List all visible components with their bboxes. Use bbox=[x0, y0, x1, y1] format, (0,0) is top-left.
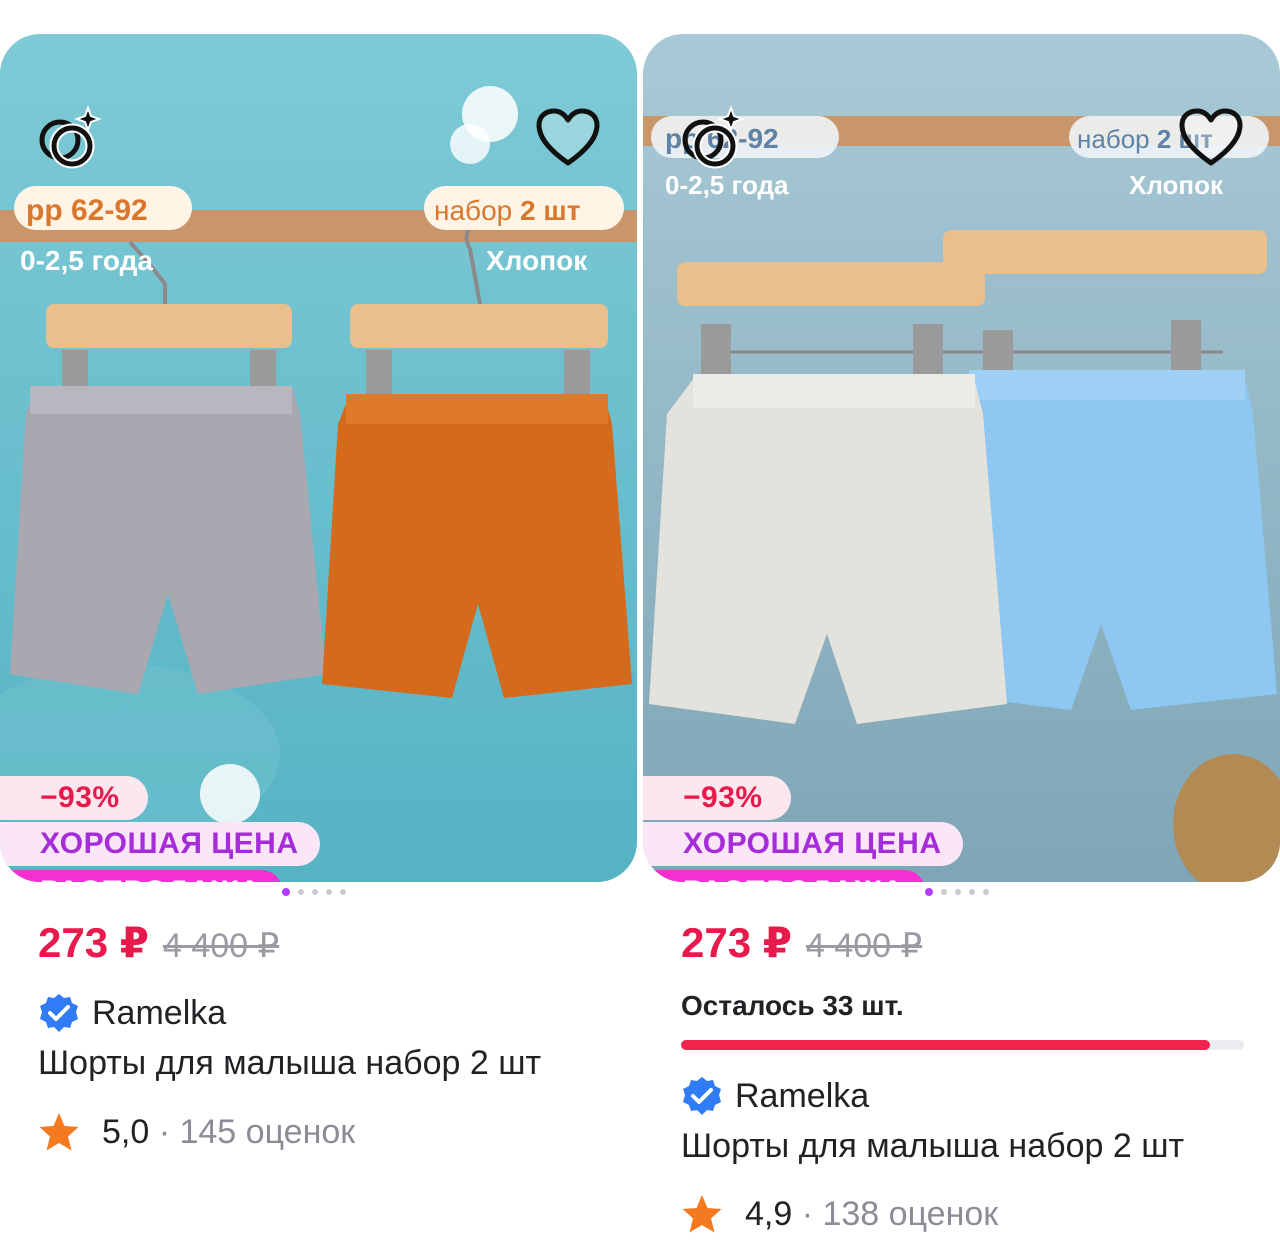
brand-name[interactable]: Ramelka bbox=[92, 994, 226, 1033]
discount-badge: −93% bbox=[0, 776, 148, 820]
stock-remaining: Осталось 33 шт. bbox=[681, 990, 904, 1021]
price: 273 ₽ bbox=[38, 919, 149, 966]
carousel-dot bbox=[925, 888, 933, 896]
svg-text:набор 2 шт: набор 2 шт bbox=[434, 195, 580, 226]
image-label-material: Хлопок bbox=[1129, 170, 1224, 200]
carousel-dot bbox=[282, 888, 290, 896]
carousel-dot bbox=[312, 889, 318, 895]
product-card-1[interactable]: рр 62-92 набор 2 шт 0-2,5 года Хлопок −9… bbox=[0, 0, 640, 1244]
brand-name[interactable]: Ramelka bbox=[735, 1077, 869, 1116]
carousel-dot bbox=[969, 889, 975, 895]
sale-badge: РАСПРОДАЖА bbox=[0, 870, 283, 882]
carousel-dot bbox=[326, 889, 332, 895]
product-title[interactable]: Шорты для малыша набор 2 шт bbox=[38, 1044, 541, 1083]
heart-outline-icon[interactable] bbox=[533, 102, 603, 172]
product-photo[interactable]: рр 62-92 набор 2 шт 0-2,5 года Хлопок −9… bbox=[0, 34, 637, 882]
carousel-dot bbox=[983, 889, 989, 895]
star-icon bbox=[682, 1195, 722, 1233]
product-photo[interactable]: рр 62-92 набор 2 шт 0-2,5 года Хлопок −9… bbox=[643, 34, 1280, 882]
rating-row: 5,0 · 145 оценок bbox=[38, 1112, 355, 1152]
rating-value: 5,0 bbox=[102, 1112, 150, 1151]
carousel-dot bbox=[955, 889, 961, 895]
verified-check-icon bbox=[683, 1077, 721, 1115]
stock-progress-bar bbox=[681, 1040, 1244, 1050]
carousel-dot bbox=[298, 889, 304, 895]
carousel-dot bbox=[340, 889, 346, 895]
carousel-dots bbox=[282, 888, 346, 896]
brand-row[interactable]: Ramelka bbox=[38, 992, 226, 1034]
sale-badge: РАСПРОДАЖА bbox=[643, 870, 926, 882]
reviews-count: · 145 оценок bbox=[158, 1112, 356, 1151]
brand-row[interactable]: Ramelka bbox=[681, 1075, 869, 1117]
old-price: 4 400 ₽ bbox=[162, 927, 280, 965]
image-label-age: 0-2,5 года bbox=[665, 170, 789, 200]
stock-progress-fill bbox=[681, 1040, 1211, 1050]
good-price-badge: ХОРОШАЯ ЦЕНА bbox=[0, 822, 321, 866]
good-price-badge: ХОРОШАЯ ЦЕНА bbox=[643, 822, 964, 866]
rings-sparkle-icon[interactable] bbox=[677, 102, 747, 172]
discount-badge: −93% bbox=[643, 776, 791, 820]
old-price: 4 400 ₽ bbox=[805, 927, 923, 965]
carousel-dots bbox=[925, 888, 989, 896]
star-icon bbox=[39, 1113, 79, 1151]
image-label-age: 0-2,5 года bbox=[20, 245, 153, 276]
image-label-size: рр 62-92 bbox=[26, 194, 148, 227]
rings-sparkle-icon[interactable] bbox=[34, 102, 104, 172]
rating-value: 4,9 bbox=[745, 1194, 793, 1233]
image-label-material: Хлопок bbox=[486, 245, 588, 276]
reviews-count: · 138 оценок bbox=[801, 1194, 999, 1233]
product-card-2[interactable]: рр 62-92 набор 2 шт 0-2,5 года Хлопок −9… bbox=[643, 0, 1280, 1244]
heart-outline-icon[interactable] bbox=[1176, 102, 1246, 172]
price: 273 ₽ bbox=[681, 919, 792, 966]
product-title[interactable]: Шорты для малыша набор 2 шт bbox=[681, 1127, 1184, 1166]
carousel-dot bbox=[941, 889, 947, 895]
verified-check-icon bbox=[40, 994, 78, 1032]
rating-row: 4,9 · 138 оценок bbox=[681, 1194, 998, 1234]
price-row: 273 ₽ 4 400 ₽ bbox=[681, 918, 922, 967]
price-row: 273 ₽ 4 400 ₽ bbox=[38, 918, 279, 967]
